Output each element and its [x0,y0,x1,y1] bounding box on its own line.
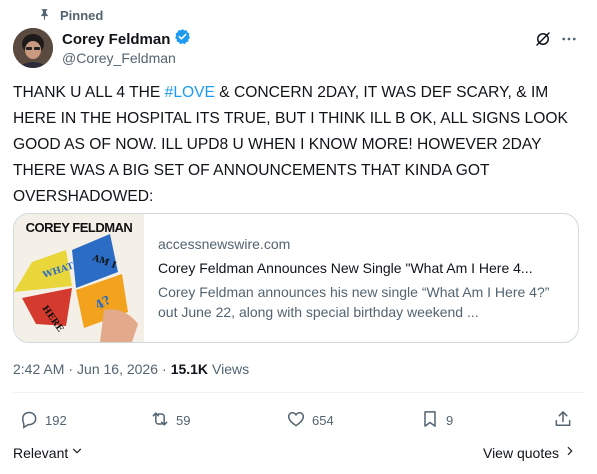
pin-icon [38,7,51,24]
card-thumbnail[interactable]: COREY FELDMAN WHAT AM I HERE 4? [14,214,144,342]
avatar[interactable] [13,28,53,68]
more-options-icon[interactable] [558,28,580,50]
chevron-down-icon [70,444,84,461]
reply-icon [19,409,39,432]
card-domain: accessnewswire.com [158,236,291,252]
divider [13,392,585,393]
meta-separator: · [68,361,74,377]
like-count: 654 [312,413,334,428]
views-label: Views [212,361,250,377]
tweet-date[interactable]: Jun 16, 2026 [77,361,158,377]
share-button[interactable] [553,409,573,432]
share-icon [553,409,573,432]
view-quotes-link[interactable]: View quotes [483,444,577,461]
grok-icon[interactable] [532,28,554,50]
hashtag-link[interactable]: #LOVE [165,84,215,101]
chevron-right-icon [563,444,577,461]
tweet-meta: 2:42 AM · Jun 16, 2026 · 15.1K Views [13,361,249,377]
sort-relevant-dropdown[interactable]: Relevant [13,444,84,461]
card-description: Corey Feldman announces his new single “… [158,284,550,320]
sort-label: Relevant [13,444,69,461]
reply-count: 192 [45,413,67,428]
card-artist-text: COREY FELDMAN [26,220,133,235]
card-title[interactable]: Corey Feldman Announces New Single "What… [158,258,560,278]
tweet-text-start: THANK U ALL 4 THE [13,84,165,101]
tweet-text: THANK U ALL 4 THE #LOVE & CONCERN 2DAY, … [13,80,585,210]
pinned-indicator: Pinned [38,6,103,24]
author-name-row[interactable]: Corey Feldman [62,28,191,50]
meta-separator-2: · [162,361,167,377]
tweet-time[interactable]: 2:42 AM [13,361,64,377]
bookmark-count: 9 [446,413,454,428]
bookmark-button[interactable]: 9 [420,409,453,432]
pinned-label: Pinned [60,7,104,23]
tweet-text-end: & CONCERN 2DAY, IT WAS DEF SCARY, & IM H… [13,84,568,205]
repost-count: 59 [176,413,191,428]
view-quotes-label: View quotes [482,444,559,461]
reply-button[interactable]: 192 [19,409,67,432]
action-bar: 192 59 654 9 [13,409,585,433]
repost-icon [150,409,170,432]
heart-icon [286,409,306,432]
like-button[interactable]: 654 [286,409,334,432]
bookmark-icon [420,409,440,432]
display-name[interactable]: Corey Feldman [62,31,170,48]
views-count: 15.1K [170,361,209,377]
replies-sort-row: Relevant View quotes [13,441,585,463]
repost-button[interactable]: 59 [150,409,190,432]
link-preview-card[interactable]: COREY FELDMAN WHAT AM I HERE 4? accessne… [13,213,579,343]
card-body[interactable]: accessnewswire.com Corey Feldman Announc… [144,214,574,342]
author-handle[interactable]: @Corey_Feldman [62,50,176,66]
verified-badge-icon [174,28,191,50]
